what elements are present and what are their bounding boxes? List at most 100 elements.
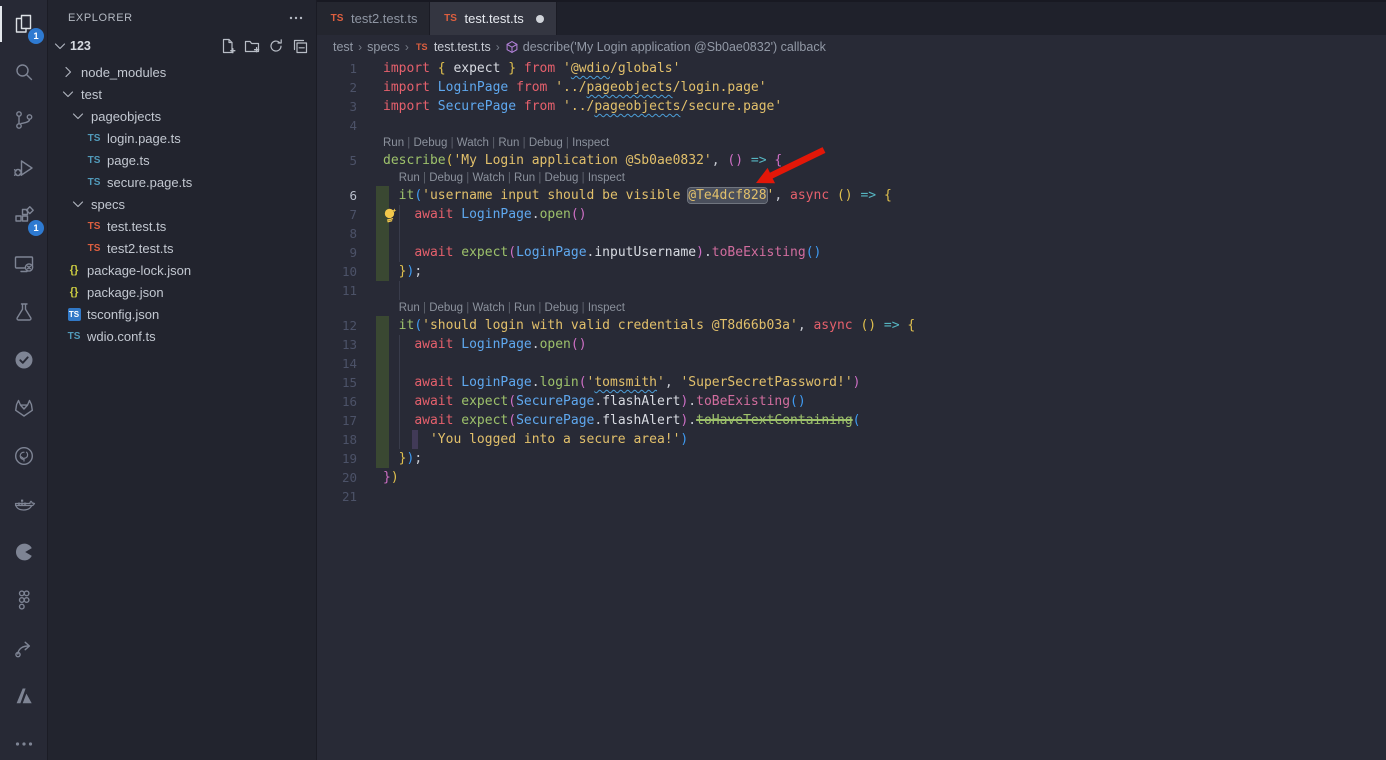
breadcrumb-separator: › — [357, 40, 363, 54]
breadcrumb-item[interactable]: test — [333, 40, 353, 54]
activitybar-item-figma[interactable] — [0, 576, 48, 624]
codelens-run-link[interactable]: Run — [383, 137, 404, 149]
activitybar-item-more-items[interactable] — [0, 720, 48, 760]
tree-item-tsconfig-json[interactable]: TStsconfig.json — [48, 303, 316, 325]
code-line-content[interactable]: await LoginPage.open() — [317, 205, 1386, 224]
codelens-run-link[interactable]: Run — [514, 302, 535, 314]
codelens-debug-link[interactable]: Debug — [429, 172, 463, 184]
activitybar-item-run-debug[interactable] — [0, 144, 48, 192]
code-token: describe — [383, 153, 446, 168]
line-number: 10 — [317, 262, 357, 281]
code-line-content[interactable]: }) — [317, 468, 1386, 487]
codelens-watch-link[interactable]: Watch — [472, 302, 504, 314]
code-line-content[interactable]: await expect(SecurePage.flashAlert).toHa… — [317, 411, 1386, 430]
lightbulb-icon[interactable] — [381, 206, 398, 223]
activitybar-item-azure[interactable] — [0, 672, 48, 720]
activitybar-item-testing[interactable] — [0, 288, 48, 336]
code-line-content[interactable]: }); — [317, 449, 1386, 468]
code-token: , — [774, 188, 790, 203]
tree-item-page-ts[interactable]: TSpage.ts — [48, 149, 316, 171]
breadcrumb-item[interactable]: describe('My Login application @Sb0ae083… — [505, 40, 826, 54]
tree-item-label: package-lock.json — [87, 263, 191, 278]
codelens-inspect-link[interactable]: Inspect — [588, 172, 625, 184]
tree-item-login-page-ts[interactable]: TSlogin.page.ts — [48, 127, 316, 149]
new-folder-icon[interactable] — [244, 38, 260, 54]
activitybar-item-source-control[interactable] — [0, 96, 48, 144]
code-line-content[interactable]: import { expect } from '@wdio/globals' — [317, 59, 1386, 78]
codelens-debug-link[interactable]: Debug — [545, 302, 579, 314]
code-line-content[interactable]: import SecurePage from '../pageobjects/s… — [317, 97, 1386, 116]
code-line-content[interactable]: await expect(SecurePage.flashAlert).toBe… — [317, 392, 1386, 411]
tree-item-test[interactable]: test — [48, 83, 316, 105]
codelens-watch-link[interactable]: Watch — [472, 172, 504, 184]
activitybar-item-task-check[interactable] — [0, 336, 48, 384]
code-token: . — [704, 245, 712, 260]
tree-item-wdio-conf-ts[interactable]: TSwdio.conf.ts — [48, 325, 316, 347]
unsaved-changes-dot[interactable] — [536, 15, 544, 23]
codelens-debug-link[interactable]: Debug — [414, 137, 448, 149]
codelens-inspect-link[interactable]: Inspect — [572, 137, 609, 149]
circle-wedge-icon — [12, 540, 36, 564]
code-line-content[interactable]: await LoginPage.login('tomsmith', 'Super… — [317, 373, 1386, 392]
breadcrumb-item[interactable]: specs — [367, 40, 400, 54]
code-line-content[interactable]: await LoginPage.open() — [317, 335, 1386, 354]
tree-item-pageobjects[interactable]: pageobjects — [48, 105, 316, 127]
tab-test2-test-ts[interactable]: TStest2.test.ts — [317, 2, 430, 35]
breadcrumb-item[interactable]: TStest.test.ts — [414, 40, 491, 54]
activitybar-item-circle-logo[interactable] — [0, 528, 48, 576]
activitybar-item-search[interactable] — [0, 48, 48, 96]
code-line-content[interactable]: it('username input should be visible @Te… — [317, 186, 1386, 205]
code-token: await — [414, 337, 461, 352]
activitybar-item-github[interactable] — [0, 432, 48, 480]
codelens-debug-link[interactable]: Debug — [545, 172, 579, 184]
refresh-icon[interactable] — [268, 38, 284, 54]
codelens-debug-link[interactable]: Debug — [429, 302, 463, 314]
file-type-icon: TS — [86, 243, 102, 254]
code-token: await — [414, 245, 461, 260]
activitybar-item-docker[interactable] — [0, 480, 48, 528]
explorer-more-actions-icon[interactable] — [288, 10, 304, 26]
code-token: await — [414, 413, 461, 428]
activitybar-item-remote-explorer[interactable] — [0, 240, 48, 288]
code-line-content[interactable]: import LoginPage from '../pageobjects/lo… — [317, 78, 1386, 97]
tree-item-package-json[interactable]: {}package.json — [48, 281, 316, 303]
tree-item-test-test-ts[interactable]: TStest.test.ts — [48, 215, 316, 237]
line-number: 21 — [317, 487, 357, 506]
activitybar-item-extensions[interactable]: 1 — [0, 192, 48, 240]
breadcrumb: test›specs›TStest.test.ts›describe('My L… — [317, 35, 1386, 58]
file-tree: node_modulestestpageobjectsTSlogin.page.… — [48, 61, 316, 347]
explorer-toolbar — [220, 38, 308, 54]
codelens-run-link[interactable]: Run — [498, 137, 519, 149]
tree-item-secure-page-ts[interactable]: TSsecure.page.ts — [48, 171, 316, 193]
activitybar-item-gitlab-workflow[interactable] — [0, 384, 48, 432]
codelens-inspect-link[interactable]: Inspect — [588, 302, 625, 314]
codelens-run-link[interactable]: Run — [399, 302, 420, 314]
code-line-content[interactable]: await expect(LoginPage.inputUsername).to… — [317, 243, 1386, 262]
code-line-content[interactable]: it('should login with valid credentials … — [317, 316, 1386, 335]
codelens-run-link[interactable]: Run — [514, 172, 535, 184]
code-line-4: 4 — [317, 116, 1386, 135]
workspace-section-header[interactable]: 123 — [48, 35, 316, 57]
line-number: 3 — [317, 97, 357, 116]
tree-item-node-modules[interactable]: node_modules — [48, 61, 316, 83]
new-file-icon[interactable] — [220, 38, 236, 54]
tree-item-package-lock-json[interactable]: {}package-lock.json — [48, 259, 316, 281]
codelens-run-link[interactable]: Run — [399, 172, 420, 184]
activitybar-item-explorer[interactable]: 1 — [0, 0, 48, 48]
code-editor[interactable]: 1import { expect } from '@wdio/globals'2… — [317, 59, 1386, 506]
activitybar-item-live-share[interactable] — [0, 624, 48, 672]
code-token: () — [790, 394, 806, 409]
tree-item-test2-test-ts[interactable]: TStest2.test.ts — [48, 237, 316, 259]
tree-item-specs[interactable]: specs — [48, 193, 316, 215]
code-line-content[interactable]: 'You logged into a secure area!') — [317, 430, 1386, 449]
codelens-debug-link[interactable]: Debug — [529, 137, 563, 149]
code-line-content[interactable]: }); — [317, 262, 1386, 281]
code-line-content[interactable]: describe('My Login application @Sb0ae083… — [317, 151, 1386, 170]
codelens-row: Run | Debug | Watch | Run | Debug | Insp… — [317, 135, 1386, 151]
code-token: await — [414, 207, 461, 222]
tab-bar: TStest2.test.tsTStest.test.ts — [317, 0, 1386, 35]
collapse-all-icon[interactable] — [292, 38, 308, 54]
codelens-watch-link[interactable]: Watch — [457, 137, 489, 149]
codelens-separator: | — [420, 172, 429, 184]
tab-test-test-ts[interactable]: TStest.test.ts — [430, 2, 556, 35]
